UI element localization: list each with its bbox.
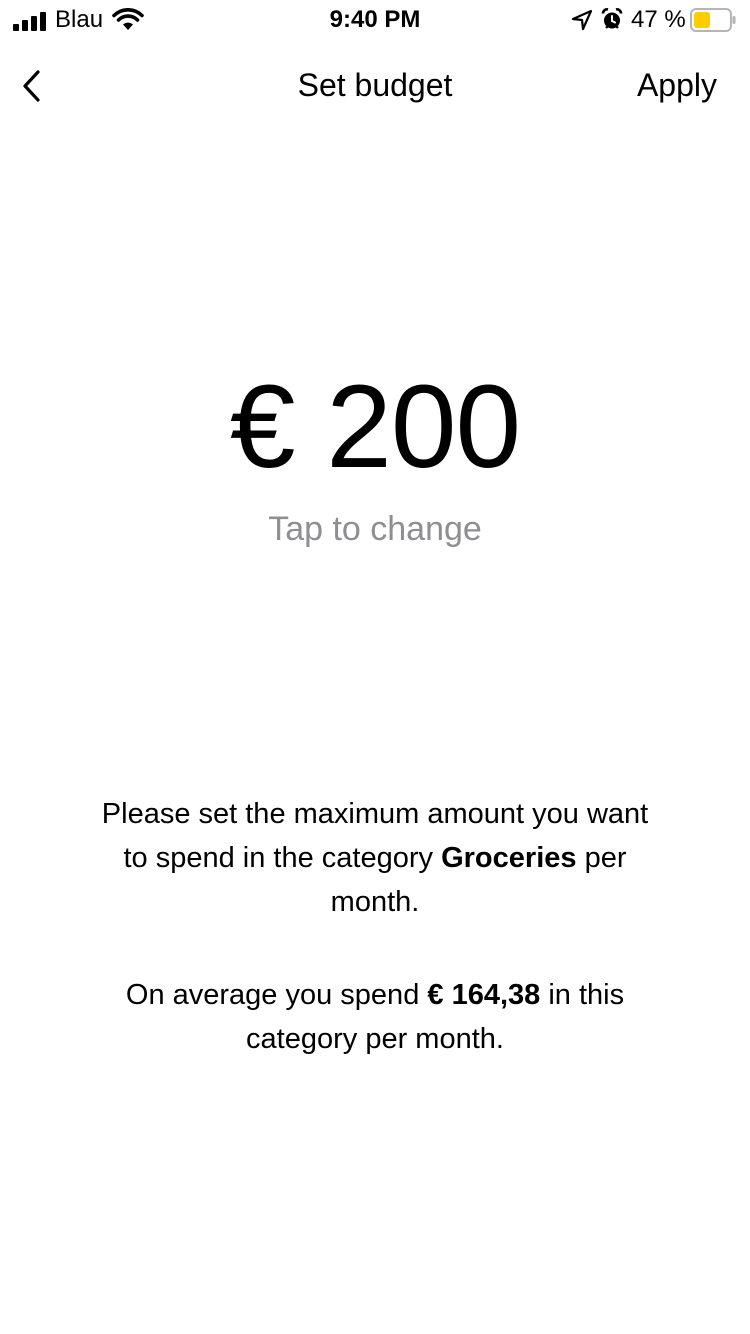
average-spend-info: On average you spend € 164,38 in this ca… <box>95 973 655 1061</box>
location-icon <box>571 9 593 31</box>
carrier-name: Blau <box>55 6 104 33</box>
status-bar: Blau 9:40 PM 47 % <box>0 0 750 40</box>
chevron-left-icon <box>23 70 40 102</box>
average-amount: € 164,38 <box>427 979 541 1011</box>
signal-icon <box>13 9 49 31</box>
tap-to-change-hint[interactable]: Tap to change <box>0 508 750 550</box>
category-name: Groceries <box>441 842 577 874</box>
budget-amount[interactable]: € 200 <box>0 362 750 492</box>
back-button[interactable] <box>12 64 52 108</box>
battery-percent: 47 % <box>631 6 686 33</box>
average-prefix: On average you spend <box>125 979 420 1011</box>
nav-bar: Set budget Apply <box>0 50 750 120</box>
budget-description: Please set the maximum amount you want t… <box>95 792 655 1061</box>
alarm-icon <box>601 8 623 29</box>
wifi-icon <box>112 8 144 30</box>
category-instruction: Please set the maximum amount you want t… <box>95 792 655 924</box>
battery-icon <box>690 8 736 32</box>
status-time: 9:40 PM <box>329 6 421 33</box>
page-title: Set budget <box>297 67 453 103</box>
apply-button[interactable]: Apply <box>637 66 717 104</box>
